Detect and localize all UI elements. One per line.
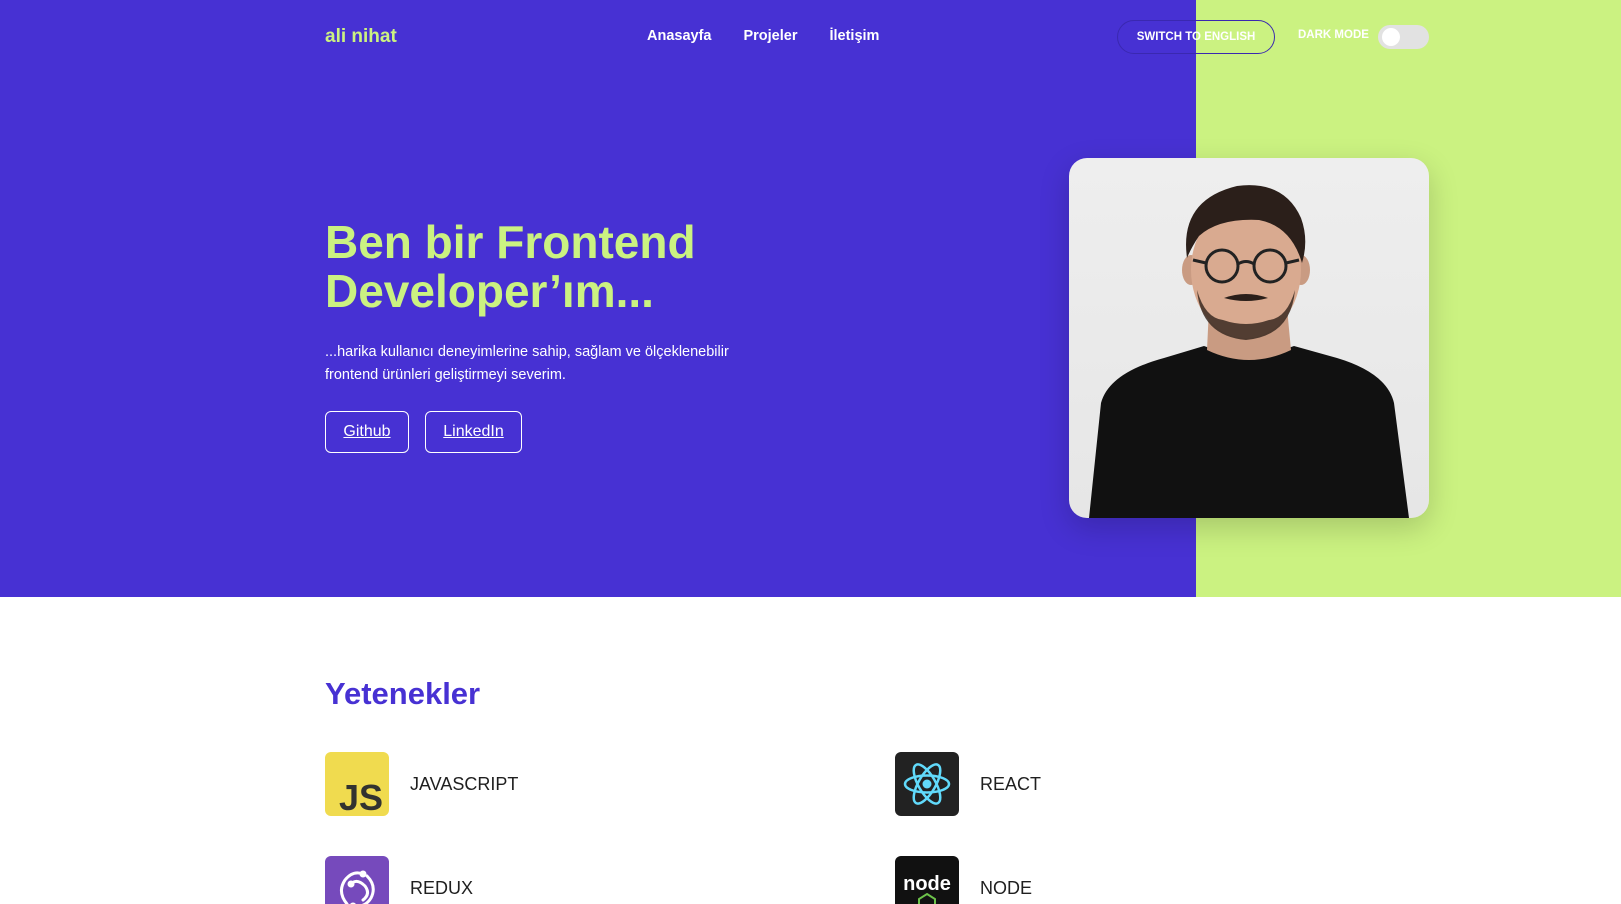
switch-language-button[interactable]: SWITCH TO ENGLISH <box>1117 20 1275 54</box>
github-button[interactable]: Github <box>325 411 409 453</box>
nav-link-projeler[interactable]: Projeler <box>743 28 797 44</box>
headline-line-2: Developer’ım... <box>325 265 654 317</box>
toggle-knob <box>1382 28 1400 46</box>
dark-mode-toggle[interactable] <box>1378 25 1429 49</box>
headline-line-1: Ben bir Frontend <box>325 216 696 268</box>
profile-photo-illustration <box>1089 185 1409 518</box>
svg-text:JS: JS <box>339 777 383 816</box>
hero-description: ...harika kullanıcı deneyimlerine sahip,… <box>325 344 729 383</box>
skill-name: NODE <box>980 877 1033 898</box>
redux-icon <box>325 856 389 904</box>
site-logo[interactable]: ali nihat <box>325 26 397 48</box>
javascript-icon: JS <box>325 752 389 816</box>
svg-text:node: node <box>903 873 951 895</box>
skills-title: Yetenekler <box>325 676 481 711</box>
skill-name: REDUX <box>410 877 474 898</box>
hero-section: ali nihat Anasayfa Projeler İletişim SWI… <box>0 0 1621 597</box>
linkedin-button[interactable]: LinkedIn <box>425 411 522 453</box>
skill-redux: REDUX <box>325 856 473 904</box>
hero-headline: Ben bir Frontend Developer’ım... <box>325 218 845 316</box>
react-icon <box>895 752 959 816</box>
nav-link-iletisim[interactable]: İletişim <box>829 28 879 44</box>
skill-react: REACT <box>895 752 1041 816</box>
main-nav: Anasayfa Projeler İletişim <box>647 28 879 44</box>
dark-mode-label: DARK MODE <box>1298 29 1369 41</box>
skill-javascript: JS JAVASCRIPT <box>325 752 518 816</box>
nav-link-anasayfa[interactable]: Anasayfa <box>647 28 711 44</box>
profile-photo <box>1069 158 1429 518</box>
skill-name: JAVASCRIPT <box>410 773 519 794</box>
node-icon: node <box>895 856 959 904</box>
skill-name: REACT <box>980 773 1042 794</box>
skill-node: node NODE <box>895 856 1032 904</box>
